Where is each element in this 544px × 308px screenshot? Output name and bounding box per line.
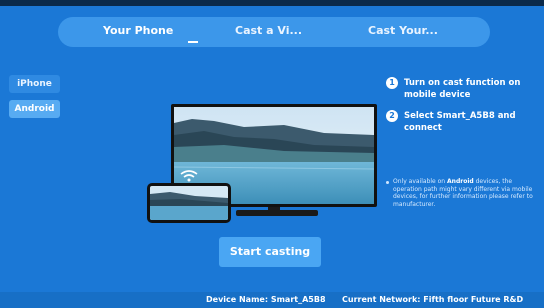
- active-tab-indicator: [188, 41, 198, 43]
- note-prefix: Only available on: [393, 178, 448, 185]
- tab-bar: Your Phone Cast a Vi... Cast Your...: [58, 17, 490, 47]
- android-note: Only available on Android devices, the o…: [393, 178, 541, 208]
- tab-cast-video[interactable]: Cast a Vi...: [235, 24, 302, 37]
- screen-bezel: [0, 0, 544, 6]
- sidebar-item-android[interactable]: Android: [9, 100, 60, 118]
- start-casting-button[interactable]: Start casting: [219, 237, 321, 267]
- wifi-icon: [180, 170, 198, 182]
- note-bullet: [386, 181, 389, 184]
- step-1-badge: 1: [386, 77, 398, 89]
- tab-cast-your[interactable]: Cast Your...: [368, 24, 438, 37]
- note-highlight: Android: [447, 178, 474, 185]
- current-network: Current Network: Fifth floor Future R&D: [342, 295, 524, 304]
- tv-stand-base: [236, 210, 318, 216]
- phone-screen-image: [150, 186, 228, 220]
- tab-your-phone[interactable]: Your Phone: [103, 24, 173, 37]
- sidebar-item-iphone[interactable]: iPhone: [9, 75, 60, 93]
- step-1-text: Turn on cast function on mobile device: [404, 78, 521, 100]
- phone-illustration: [147, 183, 231, 223]
- step-2-text: Select Smart_A5B8 and connect: [404, 111, 516, 133]
- step-2-badge: 2: [386, 110, 398, 122]
- device-name: Device Name: Smart_A5B8: [206, 295, 326, 304]
